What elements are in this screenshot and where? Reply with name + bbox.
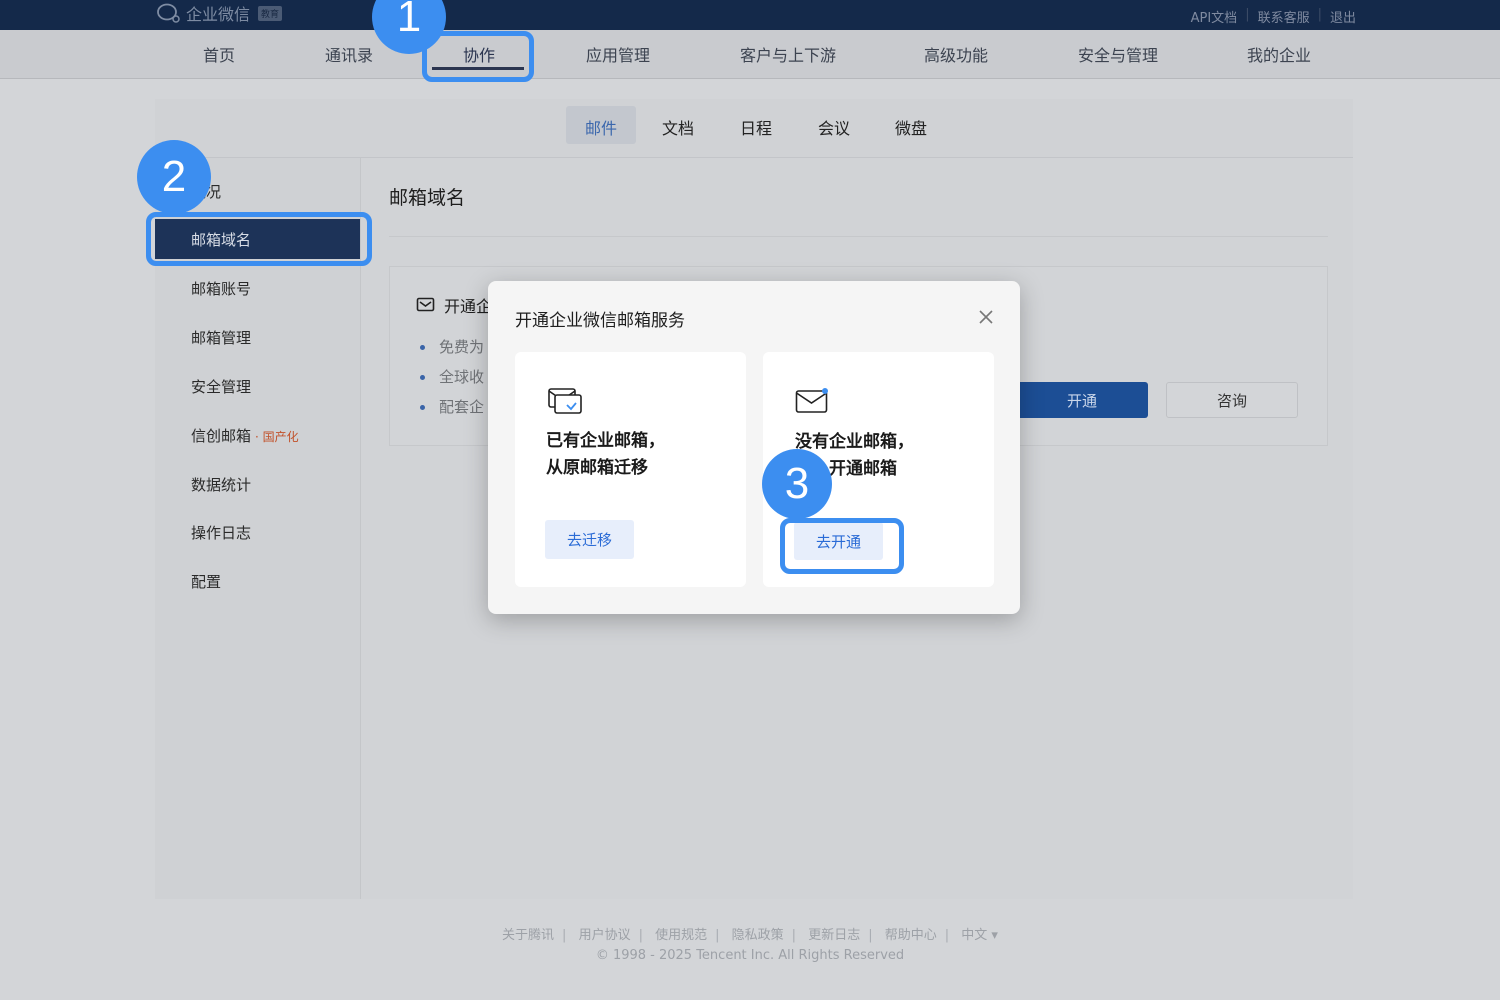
wecom-logo-icon	[157, 3, 180, 23]
consult-button[interactable]: 咨询	[1166, 382, 1298, 418]
footer-link-help[interactable]: 帮助中心	[885, 928, 937, 943]
mail-new-icon	[795, 386, 831, 420]
bullet-dot	[420, 374, 425, 380]
app-logo[interactable]: 企业微信 教育	[156, 0, 283, 26]
footer-link-agreement[interactable]: 用户协议	[579, 928, 631, 943]
list-item: 配套企	[420, 392, 484, 422]
nav-security-management[interactable]: 安全与管理	[1078, 42, 1158, 66]
list-item-text: 免费为	[439, 338, 485, 356]
card-title-text: 开通企	[444, 297, 493, 316]
link-separator: |	[1317, 7, 1322, 22]
footer-separator: |	[715, 928, 720, 943]
card-title: 开通企	[416, 293, 492, 317]
localization-tag: · 国产化	[255, 430, 299, 444]
list-item-text: 配套企	[439, 398, 485, 416]
step-3-callout: 3	[762, 449, 832, 519]
highlight-enable-button	[780, 518, 904, 574]
migrate-option-line2: 从原邮箱迁移	[546, 458, 648, 478]
sidebar	[155, 158, 361, 899]
bullet-dot	[420, 404, 425, 410]
footer-link-about[interactable]: 关于腾讯	[502, 928, 554, 943]
nav-customers-upstream[interactable]: 客户与上下游	[740, 42, 836, 66]
highlight-sidebar-domain	[146, 212, 372, 266]
sidebar-item-operation-log[interactable]: 操作日志	[191, 522, 251, 543]
sidebar-item-statistics[interactable]: 数据统计	[191, 474, 251, 495]
list-item: 免费为	[420, 332, 484, 362]
migrate-option-text: 已有企业邮箱， 从原邮箱迁移	[546, 428, 665, 482]
nav-app-management[interactable]: 应用管理	[586, 42, 650, 66]
tab-mail[interactable]: 邮件	[585, 115, 617, 139]
sidebar-item-xinchuang[interactable]: 信创邮箱 · 国产化	[191, 425, 299, 446]
tab-docs[interactable]: 文档	[662, 115, 694, 139]
copyright: © 1998 - 2025 Tencent Inc. All Rights Re…	[595, 948, 905, 963]
sidebar-item-accounts[interactable]: 邮箱账号	[191, 278, 251, 299]
nav-home[interactable]: 首页	[203, 42, 235, 66]
page-title: 邮箱域名	[389, 187, 466, 209]
nav-my-company[interactable]: 我的企业	[1247, 42, 1311, 66]
logo-badge: 教育	[258, 5, 283, 21]
logo-text: 企业微信	[186, 5, 251, 24]
language-selector[interactable]: 中文 ▾	[961, 928, 998, 943]
nav-advanced-features[interactable]: 高级功能	[924, 42, 988, 66]
mail-icon	[416, 297, 435, 312]
footer-separator: |	[562, 928, 567, 943]
tab-drive[interactable]: 微盘	[895, 115, 927, 139]
sidebar-item-mailbox-management[interactable]: 邮箱管理	[191, 327, 251, 348]
list-item: 全球收	[420, 362, 484, 392]
footer-links: 关于腾讯 | 用户协议 | 使用规范 | 隐私政策 | 更新日志 | 帮助中心 | 中文 ▾	[0, 924, 1500, 943]
migrate-button[interactable]: 去迁移	[545, 520, 634, 559]
header-links: API文档 | 联系客服 | 退出	[1191, 7, 1356, 26]
contact-support-link[interactable]: 联系客服	[1258, 7, 1310, 26]
migrate-option-line1: 已有企业邮箱，	[546, 431, 665, 451]
tab-meeting[interactable]: 会议	[818, 115, 850, 139]
step-2-callout: 2	[137, 140, 211, 214]
logout-link[interactable]: 退出	[1330, 7, 1356, 26]
bullet-dot	[420, 344, 425, 350]
list-item-text: 全球收	[439, 368, 485, 386]
footer-separator: |	[638, 928, 643, 943]
api-docs-link[interactable]: API文档	[1191, 7, 1238, 26]
mail-migrate-icon	[547, 384, 583, 420]
footer-link-rules[interactable]: 使用规范	[655, 928, 707, 943]
title-divider	[389, 236, 1328, 237]
feature-list: 免费为 全球收 配套企	[420, 332, 484, 422]
footer-separator: |	[868, 928, 873, 943]
sidebar-item-xinchuang-label: 信创邮箱	[191, 427, 252, 445]
sidebar-item-security[interactable]: 安全管理	[191, 376, 251, 397]
dialog-title: 开通企业微信邮箱服务	[515, 311, 685, 331]
footer-separator: |	[944, 928, 950, 943]
open-button[interactable]: 开通	[1016, 382, 1148, 418]
nav-contacts[interactable]: 通讯录	[325, 42, 373, 66]
footer-link-changelog[interactable]: 更新日志	[808, 928, 860, 943]
tab-calendar[interactable]: 日程	[740, 115, 772, 139]
footer-link-privacy[interactable]: 隐私政策	[732, 928, 784, 943]
close-icon[interactable]	[976, 306, 996, 328]
footer-separator: |	[791, 928, 797, 943]
sidebar-item-config[interactable]: 配置	[191, 571, 221, 592]
link-separator: |	[1245, 7, 1250, 22]
